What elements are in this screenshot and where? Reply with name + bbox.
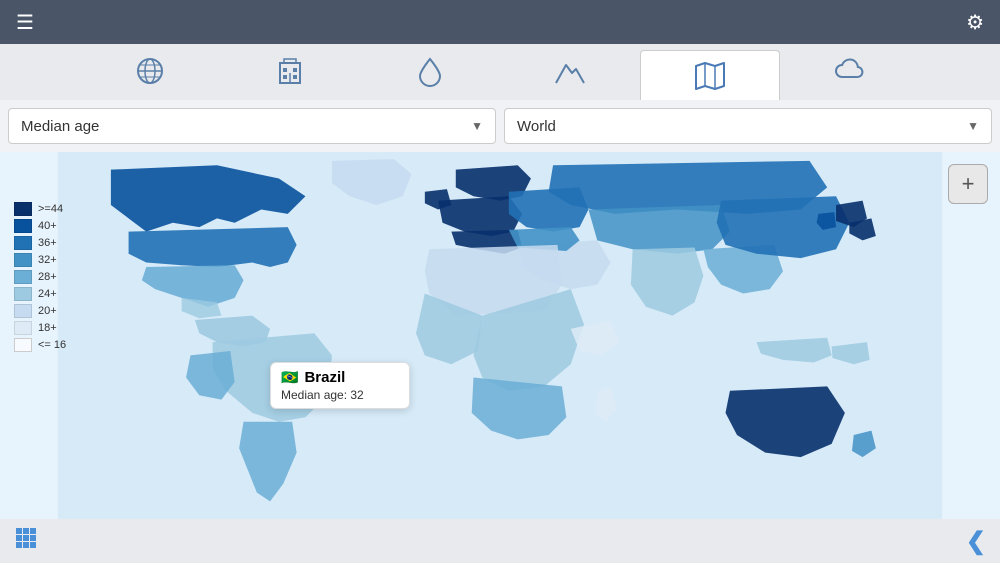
legend-color-32 [14,253,32,267]
tooltip-stat: Median age: 32 [281,388,399,402]
legend-item-28: 28+ [14,270,66,284]
legend-color-16 [14,338,32,352]
country-name: Brazil [304,369,345,386]
region-dropdown-label: World [517,118,556,135]
legend-label-18: 18+ [38,322,57,334]
hamburger-icon[interactable]: ☰ [16,10,34,35]
legend-color-44 [14,202,32,216]
legend-label-20: 20+ [38,305,57,317]
country-tooltip: 🇧🇷 Brazil Median age: 32 [270,362,410,409]
map-area: >=44 40+ 36+ 32+ 28+ 24+ 20+ 18+ [0,152,1000,519]
bottom-bar: ❮ [0,519,1000,563]
tab-map[interactable] [640,50,780,100]
legend-item-16: <= 16 [14,338,66,352]
legend-item-20: 20+ [14,304,66,318]
legend-item-18: 18+ [14,321,66,335]
tab-globe[interactable] [80,44,220,100]
gear-icon[interactable]: ⚙ [966,10,984,35]
metric-dropdown-label: Median age [21,118,99,135]
dropdowns-row: Median age ▼ World ▼ [0,100,1000,152]
grid-icon[interactable] [14,526,38,556]
tab-building[interactable] [220,44,360,100]
legend-label-36: 36+ [38,237,57,249]
metric-dropdown-arrow: ▼ [471,119,483,133]
legend-label-32: 32+ [38,254,57,266]
legend-item-44: >=44 [14,202,66,216]
region-dropdown-arrow: ▼ [967,119,979,133]
legend-color-40 [14,219,32,233]
legend-color-20 [14,304,32,318]
tab-cloud[interactable] [780,44,920,100]
legend-label-40: 40+ [38,220,57,232]
legend-label-24: 24+ [38,288,57,300]
world-map-svg[interactable] [0,152,1000,519]
metric-dropdown[interactable]: Median age ▼ [8,108,496,144]
back-icon[interactable]: ❮ [966,527,986,556]
legend-label-44: >=44 [38,203,63,215]
legend: >=44 40+ 36+ 32+ 28+ 24+ 20+ 18+ [14,202,66,355]
zoom-in-button[interactable]: + [948,164,988,204]
tooltip-title: 🇧🇷 Brazil [281,369,399,386]
nav-tabs [0,44,1000,100]
country-flag: 🇧🇷 [281,369,298,386]
tab-water[interactable] [360,44,500,100]
legend-color-18 [14,321,32,335]
legend-item-32: 32+ [14,253,66,267]
legend-item-36: 36+ [14,236,66,250]
legend-label-28: 28+ [38,271,57,283]
tab-mountain[interactable] [500,44,640,100]
header: ☰ ⚙ [0,0,1000,44]
legend-color-24 [14,287,32,301]
legend-color-28 [14,270,32,284]
legend-item-40: 40+ [14,219,66,233]
legend-color-36 [14,236,32,250]
legend-item-24: 24+ [14,287,66,301]
legend-label-16: <= 16 [38,339,66,351]
region-dropdown[interactable]: World ▼ [504,108,992,144]
